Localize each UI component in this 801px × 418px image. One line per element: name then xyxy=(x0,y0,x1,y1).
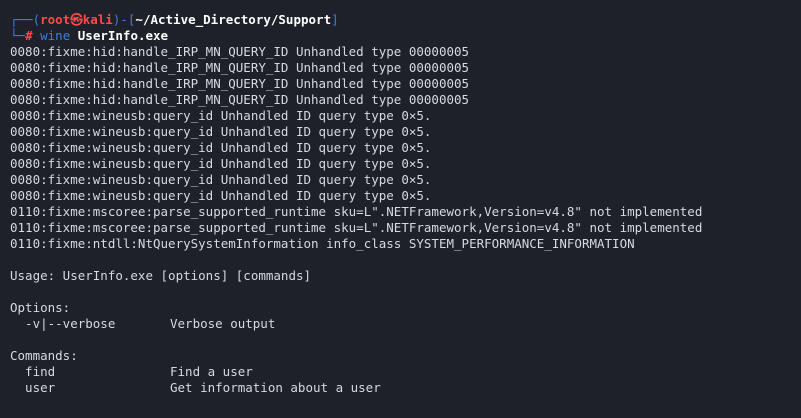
command-row-name: user xyxy=(10,380,56,395)
output-line: 0080:fixme:hid:handle_IRP_MN_QUERY_ID Un… xyxy=(10,76,470,91)
output-line: 0080:fixme:wineusb:query_id Unhandled ID… xyxy=(10,108,432,123)
output-line: 0080:fixme:wineusb:query_id Unhandled ID… xyxy=(10,188,432,203)
output-line: 0110:fixme:mscoree:parse_supported_runti… xyxy=(10,204,703,219)
command-row-user: user Get information about a user xyxy=(10,380,801,396)
prompt-frame-bottom: └─ xyxy=(10,28,26,43)
usage-line: Usage: UserInfo.exe [options] [commands] xyxy=(10,268,312,283)
prompt-path: ~/Active_Directory/Support xyxy=(135,12,332,27)
commands-header: Commands: xyxy=(10,348,78,363)
output-block: 0080:fixme:hid:handle_IRP_MN_QUERY_ID Un… xyxy=(10,44,801,252)
prompt-path-close: ] xyxy=(331,12,339,27)
option-description: Verbose output xyxy=(170,316,276,331)
output-line: 0110:fixme:ntdll:NtQuerySystemInformatio… xyxy=(10,236,635,251)
output-line: 0080:fixme:hid:handle_IRP_MN_QUERY_ID Un… xyxy=(10,60,470,75)
prompt-command-line: └─# wine UserInfo.exe xyxy=(10,28,801,44)
output-line: 0080:fixme:wineusb:query_id Unhandled ID… xyxy=(10,156,432,171)
output-line: 0080:fixme:wineusb:query_id Unhandled ID… xyxy=(10,124,432,139)
command-argument: UserInfo.exe xyxy=(77,28,169,43)
prompt-top-line: ┌──(root㉿kali)-[~/Active_Directory/Suppo… xyxy=(10,12,801,28)
command-row-description: Get information about a user xyxy=(170,380,381,395)
command-name: wine xyxy=(40,28,71,43)
output-line: 0080:fixme:wineusb:query_id Unhandled ID… xyxy=(10,140,432,155)
prompt-host: kali xyxy=(82,12,113,27)
prompt-frame-top: ┌──( xyxy=(10,12,41,27)
terminal-window[interactable]: ┌──(root㉿kali)-[~/Active_Directory/Suppo… xyxy=(0,0,801,418)
prompt-at-symbol: ㉿ xyxy=(70,12,83,27)
command-row-description: Find a user xyxy=(170,364,253,379)
option-row-verbose: -v|--verbose Verbose output xyxy=(10,316,801,332)
output-line: 0080:fixme:hid:handle_IRP_MN_QUERY_ID Un… xyxy=(10,44,470,59)
options-header: Options: xyxy=(10,300,71,315)
prompt-user: root xyxy=(40,12,71,27)
output-line: 0080:fixme:wineusb:query_id Unhandled ID… xyxy=(10,172,432,187)
prompt-hash: # xyxy=(25,28,33,43)
prompt-path-open: )-[ xyxy=(112,12,136,27)
output-line: 0080:fixme:hid:handle_IRP_MN_QUERY_ID Un… xyxy=(10,92,470,107)
command-row-name: find xyxy=(10,364,56,379)
option-name: -v|--verbose xyxy=(10,316,116,331)
command-row-find: find Find a user xyxy=(10,364,801,380)
output-line: 0110:fixme:mscoree:parse_supported_runti… xyxy=(10,220,703,235)
